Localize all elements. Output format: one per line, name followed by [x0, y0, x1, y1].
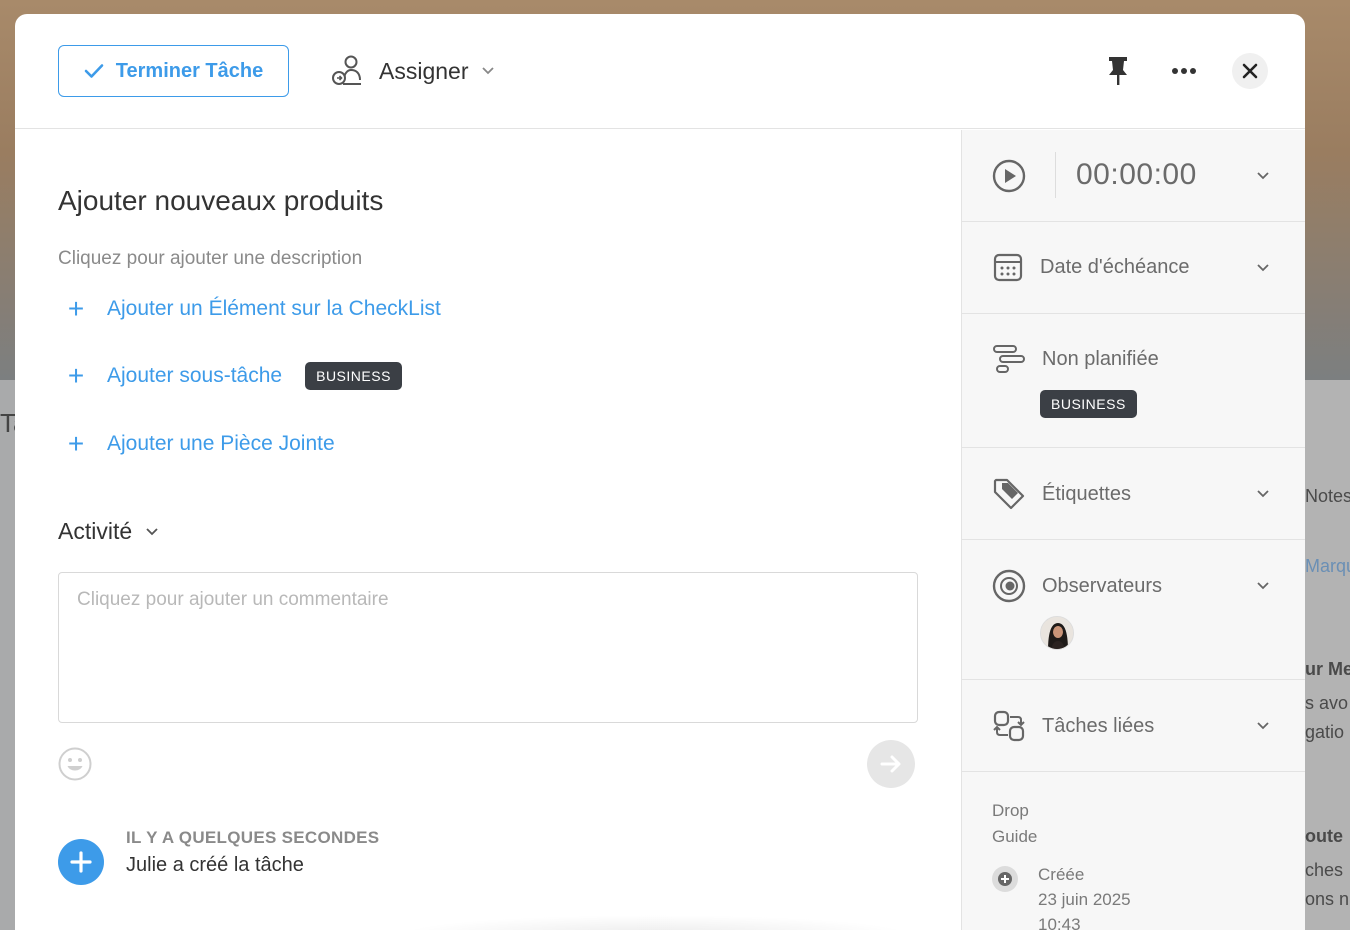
due-date-dropdown[interactable] — [1256, 261, 1270, 275]
send-comment-button[interactable] — [867, 740, 915, 788]
due-date-label: Date d'échéance — [1040, 255, 1190, 278]
add-subtask-button[interactable]: + Ajouter sous-tâche BUSINESS — [65, 362, 402, 390]
task-sidebar: 00:00:00 Date d'échéance Non planifiée B… — [961, 130, 1305, 930]
comment-input[interactable] — [77, 589, 899, 706]
watchers-section: Observateurs — [962, 540, 1305, 680]
complete-task-label: Terminer Tâche — [115, 59, 264, 82]
created-time: 10:43 — [1038, 915, 1081, 930]
plus-icon: + — [67, 293, 85, 324]
linked-tasks-section[interactable]: Tâches liées — [962, 680, 1305, 772]
activity-timestamp: IL Y A QUELQUES SECONDES — [126, 828, 380, 847]
activity-toggle[interactable]: Activité — [58, 518, 158, 545]
task-main: Ajouter nouveaux produits Cliquez pour a… — [15, 130, 961, 930]
calendar-icon — [993, 253, 1023, 282]
linked-tasks-dropdown[interactable] — [1256, 719, 1270, 733]
watcher-avatar[interactable] — [1040, 616, 1074, 650]
chevron-down-icon — [1257, 172, 1269, 180]
tags-row[interactable]: Étiquettes — [992, 477, 1131, 511]
play-icon — [992, 159, 1026, 193]
eye-icon — [992, 569, 1026, 603]
close-button[interactable] — [1232, 53, 1268, 89]
chevron-down-icon — [1257, 582, 1269, 590]
background-text: Notes — [1305, 486, 1350, 506]
background-text: ur Me — [1305, 659, 1350, 679]
chevron-down-icon — [482, 67, 495, 75]
emoji-button[interactable] — [58, 747, 92, 786]
plus-icon: + — [67, 428, 85, 459]
project-name: Drop — [992, 801, 1029, 820]
activity-label: Activité — [58, 518, 133, 544]
plus-icon — [998, 872, 1012, 886]
activity-created-icon — [58, 839, 104, 885]
linked-tasks-row[interactable]: Tâches liées — [992, 709, 1154, 743]
activity-text: Julie a créé la tâche — [126, 854, 304, 876]
plus-icon: + — [67, 360, 85, 391]
timer-dropdown[interactable] — [1256, 169, 1270, 183]
created-icon — [992, 866, 1018, 892]
background-text: s avo — [1305, 693, 1349, 713]
created-label: Créée — [1038, 865, 1085, 884]
add-checklist-item-label: Ajouter un Élément sur la CheckList — [107, 297, 441, 320]
smiley-icon — [58, 747, 92, 781]
assign-label: Assigner — [379, 57, 469, 84]
tags-section[interactable]: Étiquettes — [962, 448, 1305, 540]
more-options-button[interactable] — [1167, 54, 1201, 88]
comment-box — [58, 572, 918, 723]
project-name-line2: Guide — [992, 827, 1038, 846]
pin-button[interactable] — [1101, 54, 1135, 88]
arrow-right-icon — [880, 755, 901, 773]
business-badge: BUSINESS — [1040, 390, 1137, 418]
chevron-down-icon — [146, 527, 158, 535]
timer-section: 00:00:00 — [962, 130, 1305, 222]
chevron-down-icon — [1257, 264, 1269, 272]
tag-icon — [993, 478, 1025, 510]
tags-label: Étiquettes — [1042, 482, 1131, 505]
business-badge: BUSINESS — [305, 362, 402, 390]
schedule-label: Non planifiée — [1042, 347, 1159, 370]
complete-task-button[interactable]: Terminer Tâche — [58, 45, 289, 97]
add-attachment-button[interactable]: + Ajouter une Pièce Jointe — [65, 430, 335, 458]
scroll-shadow — [395, 915, 915, 930]
assign-user-icon — [332, 55, 361, 85]
background-text: gatio — [1305, 722, 1345, 742]
schedule-section: Non planifiée BUSINESS — [962, 314, 1305, 448]
background-text: ons n — [1305, 889, 1350, 909]
task-title[interactable]: Ajouter nouveaux produits — [58, 185, 383, 217]
add-subtask-label: Ajouter sous-tâche — [107, 364, 283, 387]
user-photo-icon — [1041, 617, 1073, 649]
more-icon — [1172, 68, 1196, 74]
created-date: 23 juin 2025 — [1038, 890, 1131, 909]
pin-icon — [1109, 57, 1127, 85]
check-icon — [84, 64, 104, 78]
background-text: ches — [1305, 860, 1344, 880]
watchers-row[interactable]: Observateurs — [992, 569, 1162, 603]
task-description[interactable]: Cliquez pour ajouter une description — [58, 248, 362, 270]
due-date-section[interactable]: Date d'échéance — [962, 222, 1305, 314]
assign-dropdown[interactable]: Assigner — [331, 54, 495, 88]
background-text: Marqu — [1305, 556, 1350, 576]
gantt-icon — [993, 345, 1025, 373]
close-icon — [1242, 63, 1258, 79]
linked-tasks-label: Tâches liées — [1042, 714, 1155, 737]
chevron-down-icon — [1257, 722, 1269, 730]
modal-header: Terminer Tâche Assigner — [15, 14, 1305, 129]
watchers-label: Observateurs — [1042, 574, 1163, 597]
linked-tasks-icon — [993, 710, 1025, 742]
background-right-panel: Notes Marqu ur Me s avo gatio oute ches … — [1305, 380, 1350, 930]
watchers-dropdown[interactable] — [1256, 579, 1270, 593]
due-date-row[interactable]: Date d'échéance — [992, 251, 1189, 283]
timer-divider — [1055, 152, 1056, 198]
timer-play-button[interactable] — [992, 159, 1026, 193]
timer-value: 00:00:00 — [1076, 158, 1197, 191]
schedule-row[interactable]: Non planifiée — [992, 343, 1159, 375]
background-text: oute — [1305, 826, 1343, 846]
task-modal: Terminer Tâche Assigner Ajouter nouveaux… — [15, 14, 1305, 930]
add-checklist-item-button[interactable]: + Ajouter un Élément sur la CheckList — [65, 295, 441, 323]
tags-dropdown[interactable] — [1256, 487, 1270, 501]
add-attachment-label: Ajouter une Pièce Jointe — [107, 432, 335, 455]
chevron-down-icon — [1257, 490, 1269, 498]
plus-icon — [70, 851, 92, 873]
schedule-badge-wrap: BUSINESS — [1040, 390, 1137, 418]
